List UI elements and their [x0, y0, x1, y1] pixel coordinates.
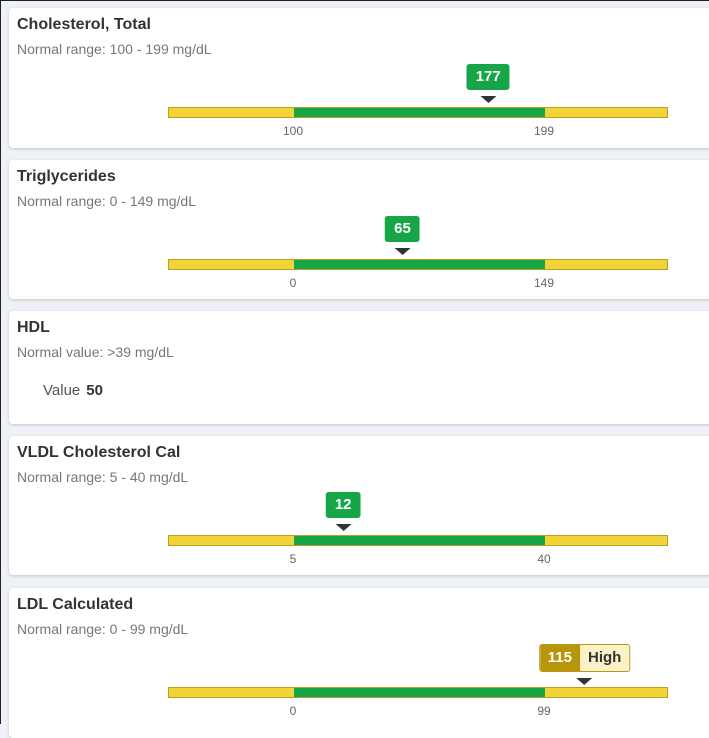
normal-range-segment	[294, 536, 545, 545]
value-label: Value	[43, 382, 81, 399]
below-range-segment	[169, 260, 294, 269]
range-bar	[168, 107, 668, 118]
above-range-segment	[545, 260, 667, 269]
range-low-tick: 0	[289, 704, 297, 718]
range-high-tick: 199	[533, 124, 555, 138]
value-text: 177	[466, 64, 510, 90]
range-bar	[168, 259, 668, 270]
value-badge: 65	[385, 216, 420, 242]
status-text: High	[580, 645, 630, 671]
value-text: 65	[385, 216, 420, 242]
pointer-triangle-icon	[576, 678, 593, 685]
value-marker: 12	[325, 492, 361, 531]
normal-range-segment	[294, 108, 545, 117]
value-text: 115	[539, 645, 580, 671]
value-text: 12	[325, 492, 361, 518]
range-high-tick: 99	[537, 704, 551, 718]
range-bar	[168, 687, 668, 698]
test-title: HDL	[17, 319, 50, 336]
value-marker: 177	[466, 64, 510, 103]
value-badge: 12	[325, 492, 361, 518]
below-range-segment	[169, 536, 294, 545]
test-range: Normal value: >39 mg/dL	[17, 344, 174, 360]
value: 50	[86, 382, 103, 399]
test-title: LDL Calculated	[17, 596, 134, 613]
above-range-segment	[545, 536, 667, 545]
normal-range-segment	[294, 688, 545, 697]
below-range-segment	[169, 688, 294, 697]
range-high-tick: 40	[537, 552, 551, 566]
test-title: VLDL Cholesterol Cal	[17, 444, 181, 461]
value-badge: 177	[466, 64, 510, 90]
test-card-vldl: VLDL Cholesterol Cal Normal range: 5 - 4…	[9, 436, 709, 575]
range-low-tick: 0	[289, 276, 297, 290]
range-low-tick: 100	[282, 124, 304, 138]
test-card-ldl: LDL Calculated Normal range: 0 - 99 mg/d…	[9, 588, 709, 738]
above-range-segment	[545, 688, 667, 697]
value-row: Value 50	[43, 382, 103, 399]
value-marker: 65	[385, 216, 420, 255]
normal-range-segment	[294, 260, 545, 269]
range-low-tick: 5	[289, 552, 297, 566]
below-range-segment	[169, 108, 294, 117]
test-card-triglycerides: Triglycerides Normal range: 0 - 149 mg/d…	[9, 160, 709, 299]
value-marker: 115 High	[538, 644, 631, 685]
pointer-triangle-icon	[335, 524, 352, 531]
test-card-cholesterol-total: Cholesterol, Total Normal range: 100 - 1…	[9, 8, 709, 148]
pointer-triangle-icon	[480, 96, 497, 103]
test-range: Normal range: 0 - 99 mg/dL	[17, 621, 189, 637]
test-title: Cholesterol, Total	[17, 16, 151, 33]
test-card-hdl: HDL Normal value: >39 mg/dL Value 50	[9, 311, 709, 424]
pointer-triangle-icon	[394, 248, 411, 255]
test-range: Normal range: 100 - 199 mg/dL	[17, 41, 212, 57]
range-bar	[168, 535, 668, 546]
range-high-tick: 149	[533, 276, 555, 290]
test-title: Triglycerides	[17, 168, 116, 185]
test-range: Normal range: 0 - 149 mg/dL	[17, 193, 196, 209]
above-range-segment	[545, 108, 667, 117]
test-range: Normal range: 5 - 40 mg/dL	[17, 469, 189, 485]
value-badge: 115 High	[538, 644, 631, 672]
